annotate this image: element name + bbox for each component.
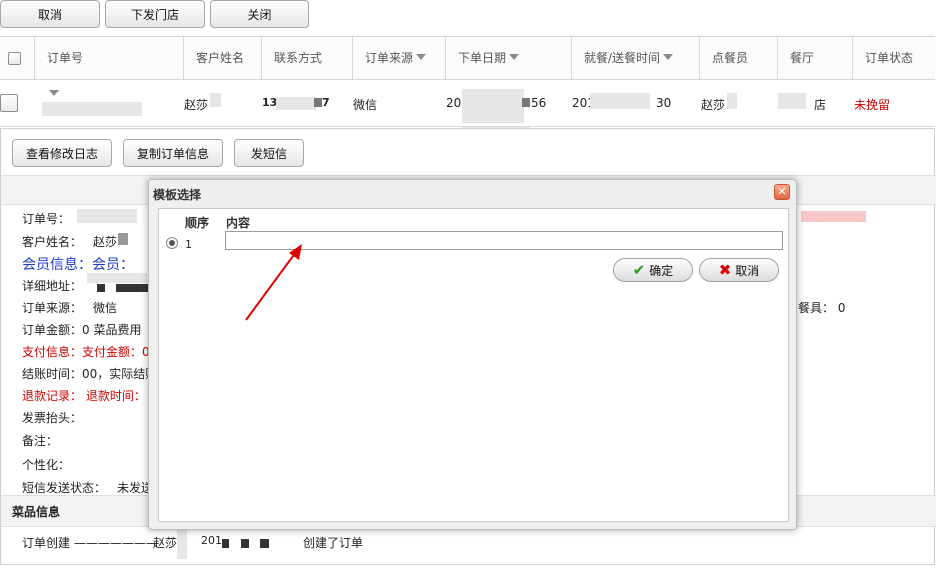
annotation-arrow [245,244,302,321]
